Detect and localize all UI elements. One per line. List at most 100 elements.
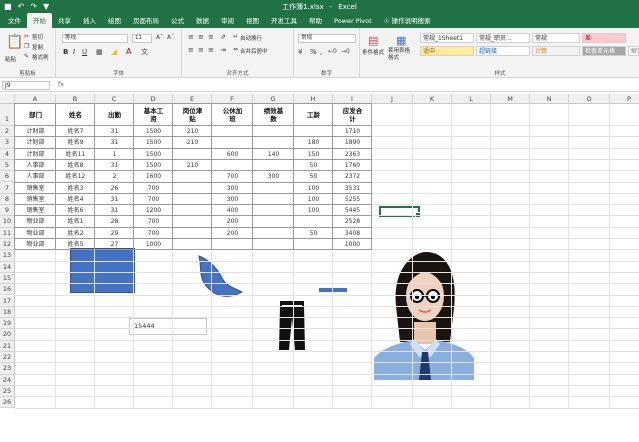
table-cell[interactable] bbox=[173, 171, 212, 182]
table-cell[interactable]: 200 bbox=[212, 216, 253, 227]
row-header[interactable]: 19 bbox=[0, 318, 15, 330]
table-header-cell[interactable]: 工龄 bbox=[294, 104, 333, 126]
cell-style-1[interactable]: 常规_职员... bbox=[476, 33, 530, 43]
merge-center-button[interactable]: 合并后居中 bbox=[240, 47, 268, 55]
table-cell[interactable]: 销售室 bbox=[15, 205, 56, 216]
table-cell[interactable] bbox=[173, 183, 212, 194]
row-header[interactable]: 5 bbox=[0, 159, 15, 172]
table-cell[interactable]: 人事部 bbox=[15, 160, 56, 171]
table-cell[interactable]: 1600 bbox=[134, 171, 173, 182]
cell-style-5[interactable]: 超链接 bbox=[476, 46, 530, 56]
table-cell[interactable]: 700 bbox=[134, 183, 173, 194]
phonetic-icon[interactable]: 文 bbox=[141, 47, 148, 57]
table-cell[interactable]: 3408 bbox=[333, 228, 372, 239]
row-header[interactable]: 6 bbox=[0, 171, 15, 183]
table-header-cell[interactable]: 出勤 bbox=[95, 104, 134, 126]
paste-button[interactable]: 粘贴 bbox=[5, 55, 16, 63]
table-cell[interactable]: 1710 bbox=[333, 126, 372, 137]
tab-12[interactable]: Power Pivot bbox=[328, 15, 378, 28]
table-cell[interactable] bbox=[253, 160, 294, 171]
table-cell[interactable]: 100 bbox=[294, 205, 333, 216]
table-cell[interactable]: 1000 bbox=[134, 239, 173, 250]
table-cell[interactable]: 27 bbox=[95, 239, 134, 250]
row-header[interactable]: 2 bbox=[0, 126, 15, 138]
table-cell[interactable]: 26 bbox=[95, 183, 134, 194]
table-cell[interactable] bbox=[253, 126, 294, 137]
increase-font-icon[interactable]: Aˆ bbox=[156, 34, 163, 41]
row-header[interactable]: 21 bbox=[0, 340, 15, 352]
table-cell[interactable] bbox=[173, 216, 212, 227]
table-cell[interactable]: 物业部 bbox=[15, 228, 56, 239]
table-cell[interactable]: 1500 bbox=[134, 126, 173, 137]
table-cell[interactable] bbox=[294, 239, 333, 250]
table-cell[interactable] bbox=[253, 228, 294, 239]
column-header[interactable]: P bbox=[610, 94, 639, 104]
table-cell[interactable] bbox=[253, 183, 294, 194]
row-header[interactable]: 7 bbox=[0, 182, 15, 194]
table-cell[interactable]: 300 bbox=[212, 183, 253, 194]
row-header[interactable]: 12 bbox=[0, 239, 15, 251]
align-bottom-icon[interactable]: ≡ bbox=[208, 33, 214, 41]
row-header[interactable]: 24 bbox=[0, 374, 15, 386]
column-header[interactable]: K bbox=[413, 94, 452, 104]
decrease-font-icon[interactable]: Aˇ bbox=[167, 34, 174, 41]
table-cell[interactable]: 31 bbox=[95, 194, 134, 205]
tab-8[interactable]: 审阅 bbox=[215, 13, 240, 28]
table-cell[interactable]: 姓名8 bbox=[56, 160, 95, 171]
table-cell[interactable]: 50 bbox=[294, 228, 333, 239]
border-icon[interactable]: ▦ bbox=[96, 48, 103, 56]
underline-button[interactable]: U bbox=[82, 48, 87, 56]
table-cell[interactable]: 计财部 bbox=[15, 137, 56, 148]
cell-style-7[interactable]: 检查单元格 bbox=[582, 46, 626, 56]
table-cell[interactable]: 1 bbox=[95, 149, 134, 160]
tab-1[interactable]: 开始 bbox=[27, 13, 52, 28]
table-cell[interactable]: 31 bbox=[95, 137, 134, 148]
table-cell[interactable]: 5445 bbox=[333, 205, 372, 216]
table-cell[interactable]: 计财部 bbox=[15, 149, 56, 160]
table-cell[interactable]: 1200 bbox=[134, 205, 173, 216]
table-cell[interactable] bbox=[173, 239, 212, 250]
increase-decimal-icon[interactable]: ←0 bbox=[328, 48, 337, 55]
table-cell[interactable] bbox=[173, 149, 212, 160]
table-cell[interactable]: 2528 bbox=[333, 216, 372, 227]
tab-11[interactable]: 帮助 bbox=[303, 13, 328, 28]
table-cell[interactable] bbox=[173, 228, 212, 239]
table-cell[interactable]: 100 bbox=[294, 183, 333, 194]
table-cell[interactable] bbox=[253, 137, 294, 148]
table-cell[interactable]: 700 bbox=[134, 216, 173, 227]
table-cell[interactable]: 600 bbox=[212, 149, 253, 160]
table-cell[interactable]: 销售室 bbox=[15, 194, 56, 205]
font-size-select[interactable]: 11 bbox=[132, 34, 152, 43]
table-cell[interactable] bbox=[253, 239, 294, 250]
table-cell[interactable]: 100 bbox=[294, 194, 333, 205]
align-right-icon[interactable]: ≡ bbox=[208, 46, 214, 54]
table-cell[interactable]: 1890 bbox=[333, 137, 372, 148]
table-cell[interactable]: 2 bbox=[95, 171, 134, 182]
fx-icon[interactable]: fx bbox=[58, 81, 64, 88]
align-center-icon[interactable]: ≡ bbox=[198, 46, 204, 54]
wrap-text-button[interactable]: 自动换行 bbox=[240, 34, 262, 42]
decrease-decimal-icon[interactable]: →0 bbox=[341, 48, 350, 55]
table-cell[interactable]: 5255 bbox=[333, 194, 372, 205]
tab-6[interactable]: 公式 bbox=[165, 13, 190, 28]
table-cell[interactable]: 计财部 bbox=[15, 126, 56, 137]
row-header[interactable]: 10 bbox=[0, 216, 15, 228]
table-header-cell[interactable]: 应发合计 bbox=[333, 104, 372, 126]
table-header-cell[interactable]: 岗位津贴 bbox=[173, 104, 212, 126]
table-cell[interactable]: 150 bbox=[294, 149, 333, 160]
table-cell[interactable]: 31 bbox=[95, 205, 134, 216]
table-cell[interactable]: 31 bbox=[95, 160, 134, 171]
trousers-icon[interactable] bbox=[276, 300, 308, 352]
table-cell[interactable]: 700 bbox=[134, 194, 173, 205]
tab-9[interactable]: 视图 bbox=[240, 13, 265, 28]
bold-button[interactable]: B bbox=[63, 48, 68, 56]
worksheet-grid[interactable]: 15444 A B C D E F G H I J K L M N O P 1 2 3 4 5 6 7 8 9 10 11 12 13 1… bbox=[0, 94, 639, 442]
cell-style-0[interactable]: 常规_1Sheet1 bbox=[420, 33, 474, 43]
row-header[interactable]: 8 bbox=[0, 193, 15, 206]
table-cell[interactable]: 2363 bbox=[333, 149, 372, 160]
value-textbox[interactable]: 15444 bbox=[129, 318, 207, 335]
table-cell[interactable]: 姓名6 bbox=[56, 205, 95, 216]
column-header[interactable]: O bbox=[569, 94, 610, 104]
tab-0[interactable]: 文件 bbox=[2, 13, 27, 28]
table-cell[interactable]: 人事部 bbox=[15, 171, 56, 182]
